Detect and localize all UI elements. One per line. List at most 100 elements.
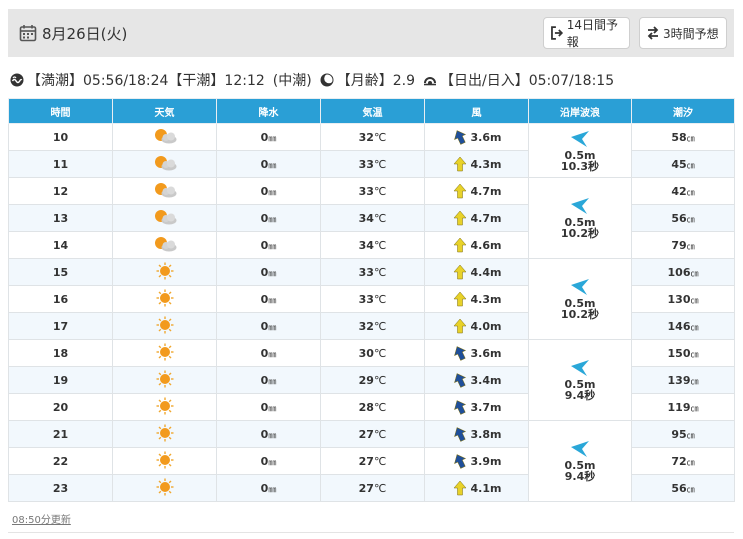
rain-unit: ㎜ xyxy=(268,403,277,413)
sunny-icon xyxy=(156,316,173,333)
rain-unit: ㎜ xyxy=(268,268,277,278)
temp-cell: 28℃ xyxy=(320,393,425,421)
hour-cell: 21 xyxy=(8,420,113,448)
temp-value: 33 xyxy=(358,157,374,171)
weather-cell xyxy=(112,420,217,448)
temp-unit: ℃ xyxy=(373,238,387,252)
rain-cell: 0㎜ xyxy=(216,177,321,205)
wind-cell: 3.6m xyxy=(424,123,529,151)
tide-value: 106 xyxy=(667,265,691,279)
weather-cell xyxy=(112,474,217,502)
14-day-forecast-button[interactable]: 14日間予報 xyxy=(543,17,630,49)
hour-cell: 20 xyxy=(8,393,113,421)
hour-cell: 13 xyxy=(8,204,113,232)
wind-direction-icon xyxy=(453,400,466,415)
rain-cell: 0㎜ xyxy=(216,231,321,259)
rain-unit: ㎜ xyxy=(268,295,277,305)
weather-cell xyxy=(112,258,217,286)
wave-cell: 0.5m 10.2秒 xyxy=(528,258,632,340)
rain-unit: ㎜ xyxy=(268,133,277,143)
tide-cell: 45㎝ xyxy=(631,150,735,178)
date-header-bar: 8月26日(火) 14日間予報 3時間予想 xyxy=(8,9,734,57)
hour-cell: 22 xyxy=(8,447,113,475)
cloudy-sun-icon xyxy=(154,209,176,224)
wind-cell: 4.1m xyxy=(424,474,529,502)
weather-cell xyxy=(112,312,217,340)
tide-unit: ㎝ xyxy=(686,133,695,143)
sunrise-sunset-icon xyxy=(423,77,436,86)
table-row: 18 0㎜ 30℃ 3.6m 0.5m 9.4秒 150㎝ xyxy=(8,339,735,421)
tide-cell: 146㎝ xyxy=(631,312,735,340)
temp-unit: ℃ xyxy=(373,211,387,225)
tide-value: 45 xyxy=(671,157,687,171)
rain-cell: 0㎜ xyxy=(216,474,321,502)
tide-value: 72 xyxy=(671,454,687,468)
wind-speed-value: 4.1m xyxy=(470,481,502,495)
tide-value: 150 xyxy=(667,346,691,360)
rain-unit: ㎜ xyxy=(268,214,277,224)
wave-direction-icon xyxy=(571,279,589,295)
wind-direction-icon xyxy=(452,156,467,172)
wave-cell: 0.5m 9.4秒 xyxy=(528,420,632,502)
temp-value: 32 xyxy=(358,130,374,144)
wind-cell: 3.6m xyxy=(424,339,529,367)
tide-cell: 58㎝ xyxy=(631,123,735,151)
temp-unit: ℃ xyxy=(373,346,387,360)
column-header-weather: 天気 xyxy=(112,98,217,124)
weather-cell xyxy=(112,150,217,178)
rain-unit: ㎜ xyxy=(268,187,277,197)
wind-speed-value: 4.4m xyxy=(470,265,502,279)
wind-direction-icon xyxy=(452,237,467,253)
weather-cell xyxy=(112,339,217,367)
rain-unit: ㎜ xyxy=(268,430,277,440)
wind-cell: 3.4m xyxy=(424,366,529,394)
temp-unit: ℃ xyxy=(373,481,387,495)
weather-cell xyxy=(112,231,217,259)
wind-cell: 4.4m xyxy=(424,258,529,286)
wind-cell: 4.7m xyxy=(424,204,529,232)
wind-speed-value: 4.0m xyxy=(470,319,502,333)
tide-value: 146 xyxy=(667,319,691,333)
temp-unit: ℃ xyxy=(373,292,387,306)
temp-value: 33 xyxy=(358,265,374,279)
temp-unit: ℃ xyxy=(373,184,387,198)
hour-cell: 12 xyxy=(8,177,113,205)
temp-unit: ℃ xyxy=(373,265,387,279)
wind-direction-icon xyxy=(453,427,466,442)
wind-cell: 3.9m xyxy=(424,447,529,475)
rain-unit: ㎜ xyxy=(268,349,277,359)
temp-value: 32 xyxy=(358,319,374,333)
wave-period: 9.4秒 xyxy=(564,470,596,483)
rain-cell: 0㎜ xyxy=(216,258,321,286)
temp-cell: 27℃ xyxy=(320,420,425,448)
tide-type-label: (中潮) xyxy=(272,73,312,89)
wind-speed-value: 4.7m xyxy=(470,184,502,198)
divider xyxy=(8,532,734,533)
rain-cell: 0㎜ xyxy=(216,204,321,232)
hour-cell: 16 xyxy=(8,285,113,313)
tide-unit: ㎝ xyxy=(686,187,695,197)
wind-direction-icon xyxy=(452,183,467,199)
wave-cell: 0.5m 10.2秒 xyxy=(528,177,632,259)
hour-cell: 23 xyxy=(8,474,113,502)
wave-direction-icon xyxy=(571,198,589,214)
cloudy-sun-icon xyxy=(154,182,176,197)
rain-unit: ㎜ xyxy=(268,322,277,332)
column-header-time: 時間 xyxy=(8,98,113,124)
tide-cell: 42㎝ xyxy=(631,177,735,205)
low-tide-label: 【干潮】12:12 xyxy=(168,73,265,89)
3-hour-forecast-button[interactable]: 3時間予想 xyxy=(639,17,727,49)
temp-value: 30 xyxy=(358,346,374,360)
temp-cell: 27℃ xyxy=(320,447,425,475)
sunrise-sunset-label: 【日出/日入】05:07/18:15 xyxy=(439,73,615,89)
wind-speed-value: 4.6m xyxy=(470,238,502,252)
updated-time-link[interactable]: 08:50分更新 xyxy=(12,511,71,526)
tide-unit: ㎝ xyxy=(686,457,695,467)
rain-cell: 0㎜ xyxy=(216,420,321,448)
wave-height: 0.5m xyxy=(564,148,596,162)
tide-unit: ㎝ xyxy=(690,268,699,278)
weather-cell xyxy=(112,123,217,151)
table-row: 10 0㎜ 32℃ 3.6m 0.5m 10.3秒 58㎝ xyxy=(8,123,735,178)
table-row: 12 0㎜ 33℃ 4.7m 0.5m 10.2秒 42㎝ xyxy=(8,177,735,259)
column-header-rain: 降水 xyxy=(216,98,321,124)
